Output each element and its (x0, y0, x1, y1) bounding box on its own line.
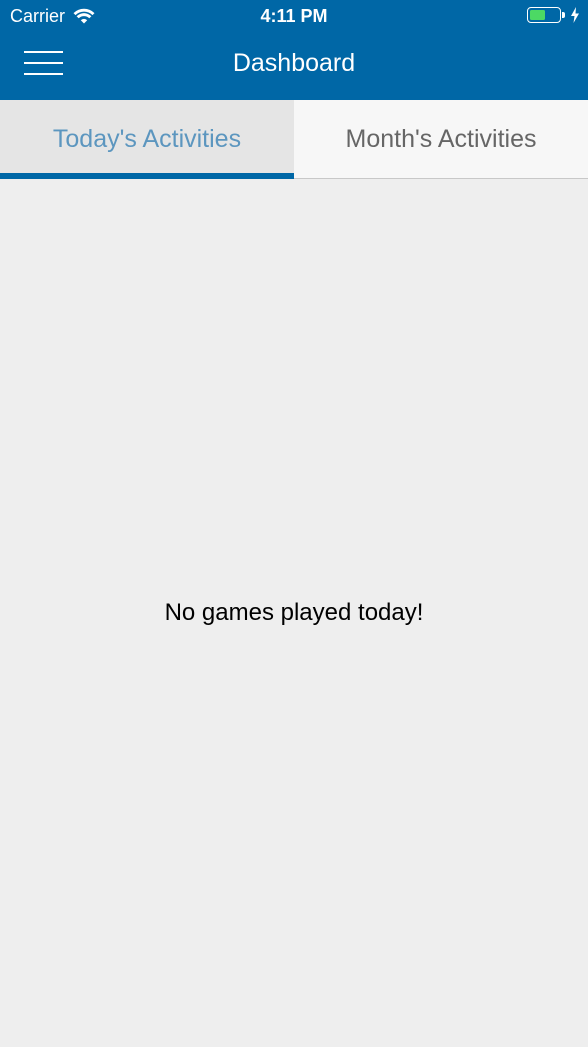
tab-months-activities[interactable]: Month's Activities (294, 100, 588, 178)
battery-level (530, 10, 546, 20)
app-header: Carrier 4:11 PM Dashboard (0, 0, 588, 100)
battery-indicator (527, 7, 580, 23)
tab-todays-activities[interactable]: Today's Activities (0, 100, 294, 179)
tab-label: Today's Activities (52, 124, 242, 153)
tab-label: Month's Activities (345, 124, 537, 153)
status-time: 4:11 PM (260, 6, 328, 26)
charging-bolt-icon (571, 7, 579, 23)
battery-tip (562, 12, 565, 18)
status-bar: Carrier 4:11 PM (0, 0, 588, 32)
empty-state-message: No games played today! (164, 599, 424, 626)
page-title: Dashboard (232, 49, 356, 77)
battery-icon (527, 7, 561, 23)
activity-tabs: Today's Activities Month's Activities (0, 100, 588, 179)
